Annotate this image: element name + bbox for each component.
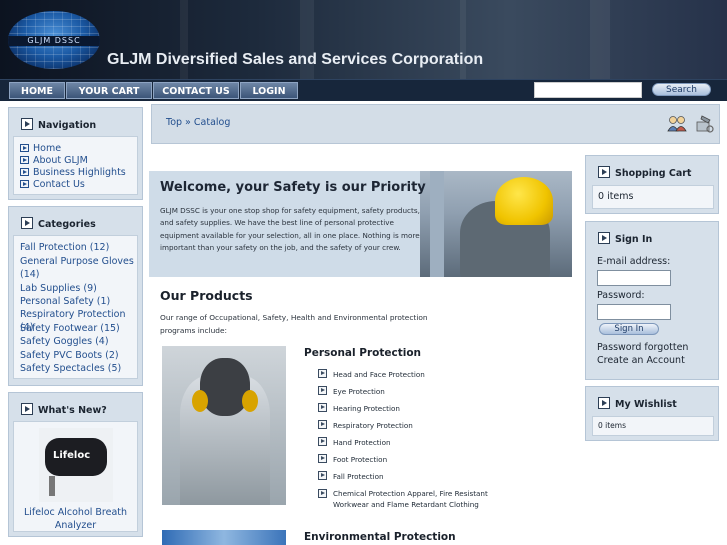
- product-image[interactable]: Lifeloc: [39, 428, 113, 502]
- environmental-protection-title: Environmental Protection: [304, 531, 456, 543]
- category-link[interactable]: Safety Goggles (4): [20, 335, 109, 348]
- product-list-item[interactable]: Foot Protection: [318, 454, 387, 465]
- arrow-bullet-icon: [318, 403, 327, 412]
- structure-pillar: [430, 171, 444, 277]
- signin-box-title: Sign In: [598, 232, 652, 245]
- breadcrumb-bar: Top » Catalog: [151, 104, 720, 144]
- personal-protection-photo: [162, 346, 286, 505]
- whats-new-product-link[interactable]: Lifeloc Alcohol Breath Analyzer: [14, 506, 137, 532]
- product-list-item[interactable]: Hearing Protection: [318, 403, 400, 414]
- arrow-square-icon: [598, 232, 610, 244]
- cart-contents: 0 items: [592, 185, 714, 209]
- page: GLJM DSSC GLJM Diversified Sales and Ser…: [0, 0, 727, 545]
- nav-link-home[interactable]: Home: [20, 143, 61, 154]
- search-input[interactable]: [534, 82, 642, 98]
- signin-box: Sign In E-mail address: Password: Sign I…: [585, 221, 719, 380]
- arrow-bullet-icon: [318, 437, 327, 446]
- shopping-cart-box: Shopping Cart 0 items: [585, 155, 719, 214]
- navigation-box-title: Navigation: [21, 118, 96, 131]
- category-link[interactable]: Safety Footwear (15): [20, 322, 120, 335]
- environmental-protection-photo: [162, 530, 286, 545]
- product-strap: [49, 476, 55, 496]
- arrow-square-icon: [598, 166, 610, 178]
- nav-link-business-highlights[interactable]: Business Highlights: [20, 167, 126, 178]
- navigation-list: Home About GLJM Business Highlights Cont…: [13, 136, 138, 195]
- product-list-item[interactable]: Eye Protection: [318, 386, 385, 397]
- hardhat-worker-photo: [420, 171, 572, 277]
- product-list-item[interactable]: Fall Protection: [318, 471, 384, 482]
- welcome-title: Welcome, your Safety is our Priority: [160, 180, 426, 195]
- arrow-bullet-icon: [318, 420, 327, 429]
- personal-protection-title: Personal Protection: [304, 347, 422, 359]
- welcome-banner: Welcome, your Safety is our Priority GLJ…: [149, 171, 572, 277]
- users-icon[interactable]: [667, 115, 687, 133]
- whats-new-box-title: What's New?: [21, 403, 107, 416]
- signin-button[interactable]: Sign In: [599, 323, 659, 335]
- wishlist-status: 0 items: [598, 421, 627, 430]
- category-link[interactable]: General Purpose Gloves (14): [20, 255, 135, 281]
- header-decoration: [590, 0, 610, 79]
- arrow-bullet-icon: [20, 156, 29, 164]
- product-image-brand: Lifeloc: [53, 450, 91, 461]
- category-link[interactable]: Personal Safety (1): [20, 295, 110, 308]
- arrow-square-icon: [21, 118, 33, 130]
- shopping-cart-box-title: Shopping Cart: [598, 166, 691, 179]
- arrow-bullet-icon: [318, 369, 327, 378]
- arrow-square-icon: [598, 397, 610, 409]
- nav-login-button[interactable]: LOGIN: [240, 82, 298, 99]
- header: GLJM DSSC GLJM Diversified Sales and Ser…: [0, 0, 727, 79]
- arrow-bullet-icon: [20, 168, 29, 176]
- site-title: GLJM Diversified Sales and Services Corp…: [107, 51, 484, 68]
- wishlist-box: My Wishlist 0 items: [585, 386, 719, 441]
- arrow-bullet-icon: [318, 454, 327, 463]
- product-list-item[interactable]: Chemical Protection Apparel, Fire Resist…: [318, 488, 498, 510]
- arrow-square-icon: [21, 217, 33, 229]
- arrow-bullet-icon: [318, 386, 327, 395]
- categories-box: Categories Fall Protection (12) General …: [8, 206, 143, 386]
- breadcrumb[interactable]: Top » Catalog: [166, 117, 230, 128]
- arrow-square-icon: [21, 403, 33, 415]
- password-label: Password:: [597, 290, 645, 301]
- password-field[interactable]: [597, 304, 671, 320]
- nav-link-contact[interactable]: Contact Us: [20, 179, 85, 190]
- cart-status: 0 items: [598, 191, 634, 202]
- category-link[interactable]: Lab Supplies (9): [20, 282, 97, 295]
- wishlist-box-title: My Wishlist: [598, 397, 677, 410]
- arrow-bullet-icon: [318, 489, 327, 498]
- arrow-bullet-icon: [318, 471, 327, 480]
- products-intro: Our range of Occupational, Safety, Healt…: [160, 313, 428, 335]
- search-button[interactable]: Search: [652, 83, 711, 96]
- nav-cart-button[interactable]: YOUR CART: [66, 82, 152, 99]
- mask-filter-right: [242, 390, 258, 412]
- category-link[interactable]: Safety PVC Boots (2): [20, 349, 119, 362]
- whats-new-box: What's New? Lifeloc Lifeloc Alcohol Brea…: [8, 392, 143, 537]
- arrow-bullet-icon: [20, 180, 29, 188]
- arrow-bullet-icon: [20, 144, 29, 152]
- email-field[interactable]: [597, 270, 671, 286]
- navigation-box: Navigation Home About GLJM Business High…: [8, 107, 143, 200]
- hardhat-shape: [495, 177, 553, 225]
- categories-box-title: Categories: [21, 217, 96, 230]
- product-list-item[interactable]: Hand Protection: [318, 437, 391, 448]
- password-forgotten-link[interactable]: Password forgotten: [597, 342, 688, 353]
- category-link[interactable]: Fall Protection (12): [20, 241, 109, 254]
- categories-list: Fall Protection (12) General Purpose Glo…: [13, 235, 138, 379]
- products-title: Our Products: [160, 288, 253, 303]
- nav-link-about[interactable]: About GLJM: [20, 155, 88, 166]
- nav-contact-button[interactable]: CONTACT US: [153, 82, 239, 99]
- product-list-item[interactable]: Head and Face Protection: [318, 369, 425, 380]
- recycle-tools-icon[interactable]: [694, 114, 714, 134]
- category-link[interactable]: Safety Spectacles (5): [20, 362, 121, 375]
- welcome-text: GLJM DSSC is your one stop shop for safe…: [160, 206, 420, 253]
- nav-home-button[interactable]: HOME: [9, 82, 65, 99]
- whats-new-panel: Lifeloc Lifeloc Alcohol Breath Analyzer: [13, 421, 138, 532]
- logo-text: GLJM DSSC: [27, 36, 81, 45]
- email-label: E-mail address:: [597, 256, 671, 267]
- create-account-link[interactable]: Create an Account: [597, 355, 685, 366]
- site-logo[interactable]: GLJM DSSC: [8, 11, 100, 69]
- mask-filter-left: [192, 390, 208, 412]
- product-list-item[interactable]: Respiratory Protection: [318, 420, 413, 431]
- wishlist-contents: 0 items: [592, 416, 714, 436]
